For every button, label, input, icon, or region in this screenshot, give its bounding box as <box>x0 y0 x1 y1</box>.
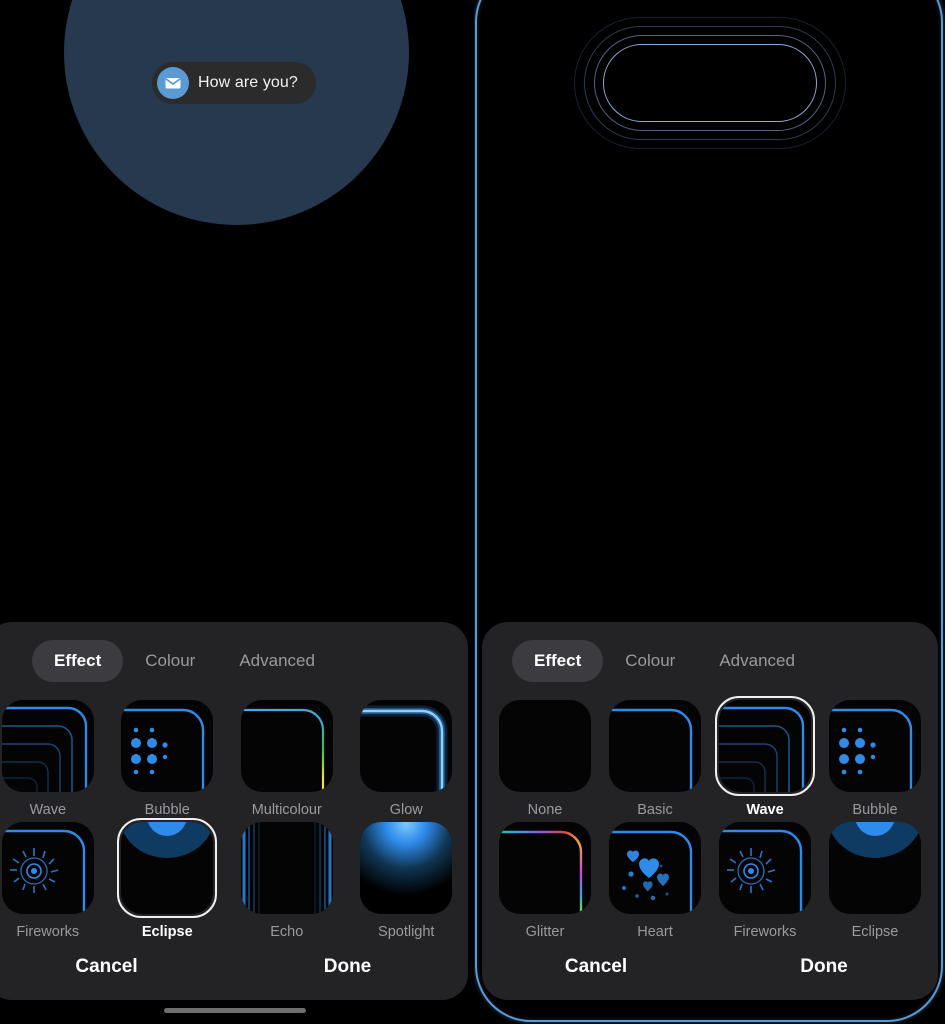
screenshot-stage: How are you? Effect Colour Advanced Wave… <box>0 0 945 1024</box>
effect-item-basic[interactable]: Basic <box>600 696 710 818</box>
effect-item-bubble[interactable]: Bubble <box>820 696 930 818</box>
cancel-button[interactable]: Cancel <box>482 956 710 978</box>
bubble-edge-icon <box>121 700 214 792</box>
effect-grid-row-2-right: Glitter Heart Fireworks Eclipse <box>482 818 938 940</box>
effect-tile-wrap[interactable] <box>237 696 337 796</box>
notification-pill[interactable]: How are you? <box>152 62 316 104</box>
effect-label: Bubble <box>852 802 898 818</box>
envelope-icon <box>157 67 189 99</box>
effect-grid-row-1-left: Wave Bubble Multicolour Glow <box>0 696 468 818</box>
effect-item-echo[interactable]: Echo <box>227 818 347 940</box>
effect-item-glow[interactable]: Glow <box>347 696 467 818</box>
spotlight-edge-icon <box>360 822 453 914</box>
effect-tile-wrap[interactable] <box>715 818 815 918</box>
multicolour-edge-icon <box>240 700 333 792</box>
effect-tile-wrap[interactable] <box>715 696 815 796</box>
glitter-edge-icon <box>499 822 591 914</box>
wave-edge-icon <box>1 700 94 792</box>
effect-item-wave[interactable]: Wave <box>710 696 820 818</box>
effect-item-spotlight[interactable]: Spotlight <box>347 818 467 940</box>
effect-tile-wrap[interactable] <box>0 818 98 918</box>
effect-label: Glow <box>389 802 423 818</box>
effect-label: Fireworks <box>733 924 797 940</box>
effect-item-heart[interactable]: Heart <box>600 818 710 940</box>
fireworks-edge-icon <box>719 822 811 914</box>
wave-effect-preview <box>474 0 945 230</box>
sheet-actions-left: Cancel Done <box>0 956 468 1000</box>
effect-item-multicolour[interactable]: Multicolour <box>227 696 347 818</box>
effect-tile-wrap[interactable] <box>356 818 456 918</box>
effect-tile-wrap[interactable] <box>495 696 595 796</box>
effect-item-eclipse[interactable]: Eclipse <box>820 818 930 940</box>
effect-item-glitter[interactable]: Glitter <box>490 818 600 940</box>
eclipse-effect-preview <box>64 0 409 225</box>
sheet-actions-right: Cancel Done <box>482 956 938 1000</box>
effect-tile-wrap[interactable] <box>825 696 925 796</box>
effect-item-fireworks[interactable]: Fireworks <box>0 818 108 940</box>
bubble-edge-icon <box>829 700 921 792</box>
done-button[interactable]: Done <box>227 956 468 978</box>
tab-advanced[interactable]: Advanced <box>217 640 337 682</box>
effect-tile-wrap[interactable] <box>117 696 217 796</box>
effect-tile-wrap[interactable] <box>356 696 456 796</box>
effect-tile-wrap[interactable] <box>0 696 98 796</box>
tab-bar-right: Effect Colour Advanced <box>482 622 938 696</box>
effect-label: Spotlight <box>378 924 435 940</box>
effect-item-bubble[interactable]: Bubble <box>108 696 228 818</box>
edge-lighting-sheet-left: Effect Colour Advanced Wave Bubble Multi… <box>0 622 468 1000</box>
wave-ring <box>602 44 817 122</box>
effect-label: Wave <box>746 802 784 818</box>
effect-label: Heart <box>637 924 673 940</box>
effect-label: Fireworks <box>16 924 80 940</box>
effect-item-fireworks[interactable]: Fireworks <box>710 818 820 940</box>
tab-bar-left: Effect Colour Advanced <box>0 622 468 696</box>
effect-grid-row-1-right: None Basic Wave Bubble <box>482 696 938 818</box>
cancel-button[interactable]: Cancel <box>0 956 227 978</box>
fireworks-edge-icon <box>1 822 94 914</box>
basic-edge-icon <box>609 700 701 792</box>
tab-advanced[interactable]: Advanced <box>697 640 817 682</box>
tab-colour[interactable]: Colour <box>123 640 217 682</box>
heart-edge-icon <box>609 822 701 914</box>
echo-edge-icon <box>240 822 333 914</box>
effect-tile-wrap[interactable] <box>117 818 218 918</box>
effect-label: Eclipse <box>141 924 193 940</box>
effect-label: Glitter <box>525 924 565 940</box>
effect-tile-wrap[interactable] <box>237 818 337 918</box>
effect-item-eclipse[interactable]: Eclipse <box>108 818 228 940</box>
effect-label: None <box>527 802 563 818</box>
effect-label: Echo <box>270 924 304 940</box>
edge-lighting-sheet-right: Effect Colour Advanced None Basic Wave B… <box>482 622 938 1000</box>
effect-grid-row-2-left: Fireworks Eclipse Echo Spotlight <box>0 818 468 940</box>
glow-edge-icon <box>360 700 453 792</box>
eclipse-edge-icon <box>829 822 921 914</box>
effect-tile-wrap[interactable] <box>495 818 595 918</box>
effect-item-none[interactable]: None <box>490 696 600 818</box>
tab-effect[interactable]: Effect <box>512 640 604 682</box>
wave-edge-icon <box>719 700 811 792</box>
done-button[interactable]: Done <box>710 956 938 978</box>
home-indicator[interactable] <box>164 1008 306 1013</box>
effect-tile-wrap[interactable] <box>605 696 705 796</box>
effect-item-wave[interactable]: Wave <box>0 696 108 818</box>
eclipse-edge-icon <box>121 822 214 914</box>
effect-tile-wrap[interactable] <box>825 818 925 918</box>
effect-tile-wrap[interactable] <box>605 818 705 918</box>
effect-label: Eclipse <box>851 924 899 940</box>
effect-label: Bubble <box>144 802 190 818</box>
phone-preview-right: How are you? Effect Colour Advanced None <box>474 0 945 1024</box>
phone-preview-left: How are you? Effect Colour Advanced Wave… <box>0 0 470 1024</box>
tab-effect[interactable]: Effect <box>32 640 124 682</box>
tab-colour[interactable]: Colour <box>603 640 697 682</box>
effect-label: Wave <box>29 802 67 818</box>
effect-label: Multicolour <box>251 802 322 818</box>
none-edge-icon <box>499 700 591 792</box>
effect-label: Basic <box>637 802 673 818</box>
notification-text: How are you? <box>198 74 298 91</box>
